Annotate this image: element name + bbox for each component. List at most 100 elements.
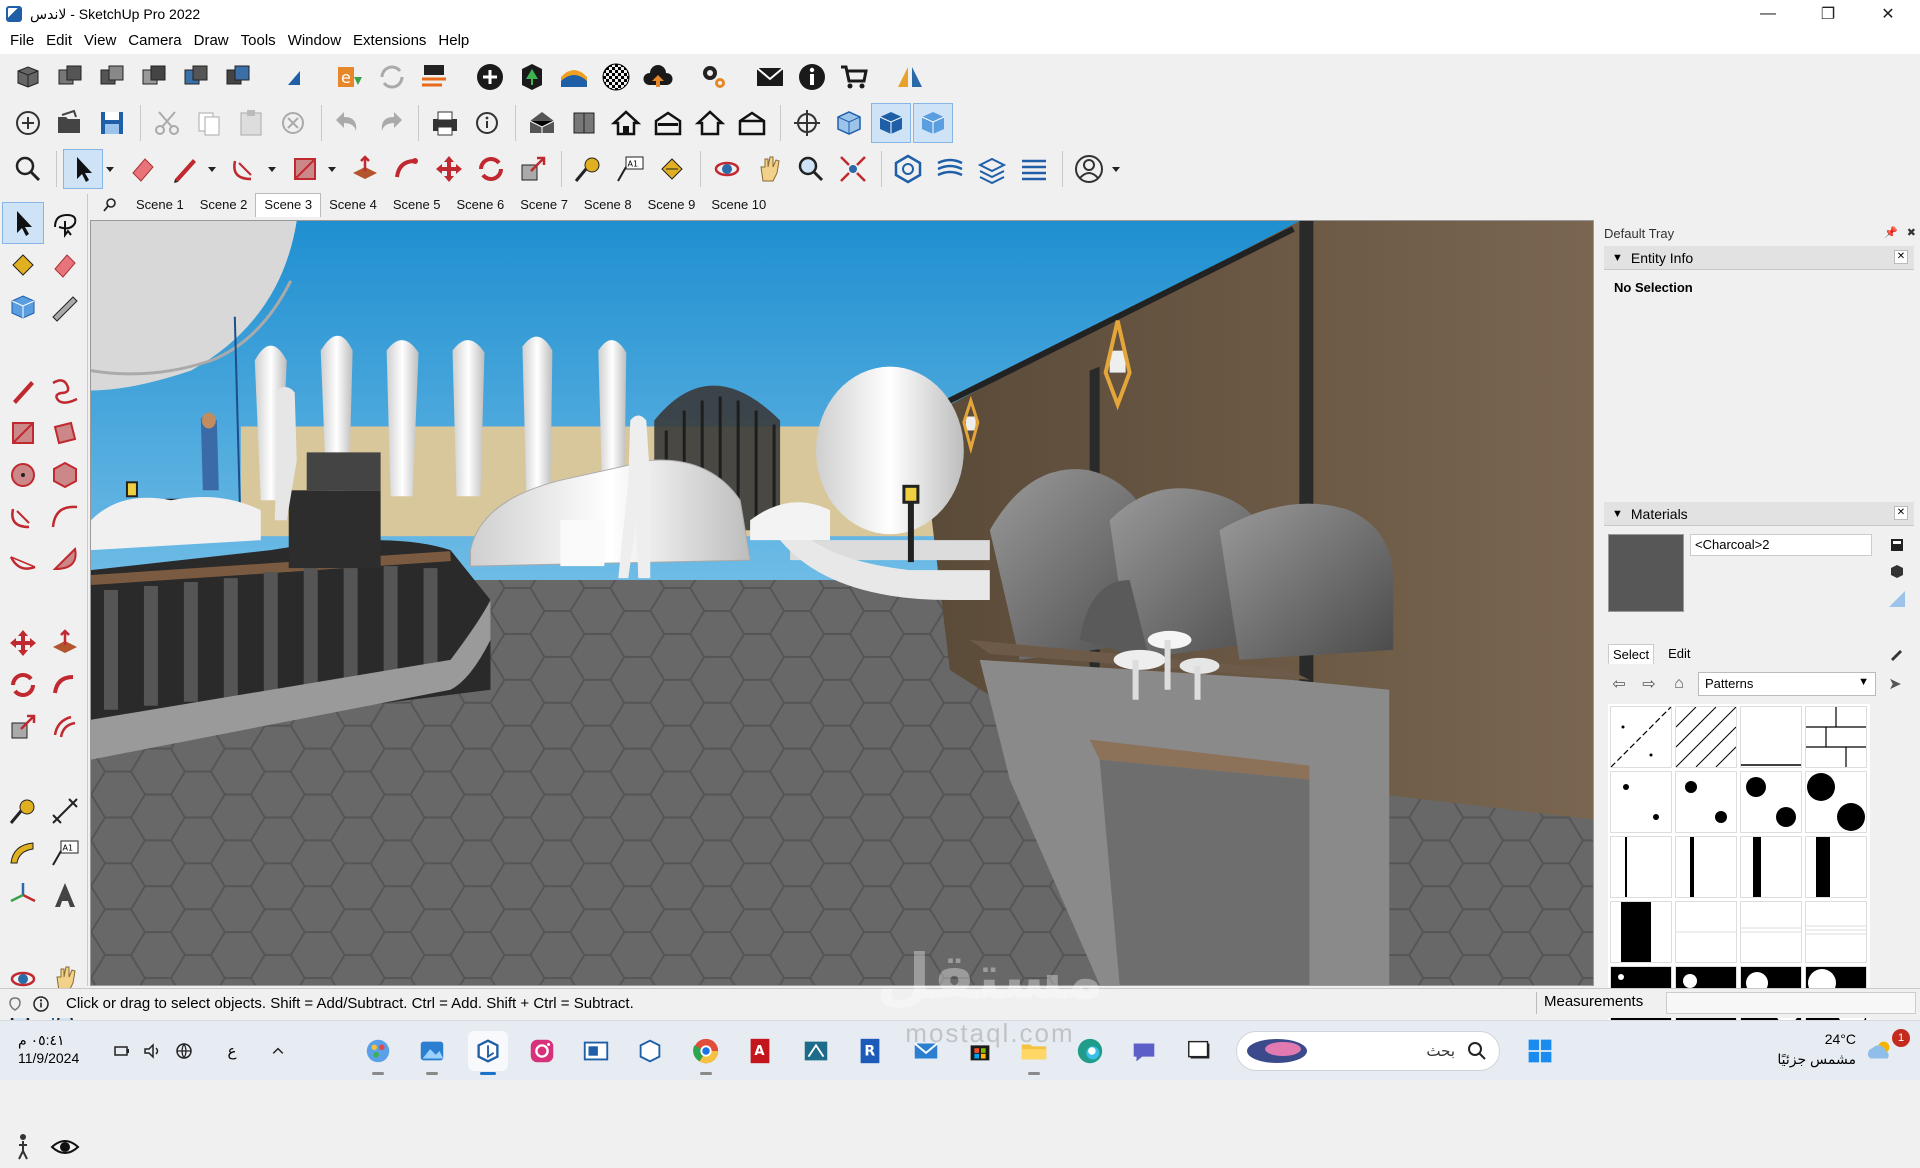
eraser-icon[interactable]: [44, 244, 86, 286]
tab-scene-6[interactable]: Scene 6: [449, 194, 513, 216]
print-icon[interactable]: [425, 103, 465, 143]
cloud-upload-icon[interactable]: [638, 57, 678, 97]
pin-icon[interactable]: 📌: [1884, 226, 1898, 239]
taskbar-app-window-icon[interactable]: [576, 1031, 616, 1071]
forward-arrow-icon[interactable]: ⇨: [1638, 673, 1660, 695]
pattern-swatch[interactable]: [1610, 836, 1672, 898]
right-view-icon[interactable]: [648, 103, 688, 143]
pattern-swatch[interactable]: [1740, 836, 1802, 898]
minimize-button[interactable]: —: [1740, 0, 1796, 28]
save-icon[interactable]: [92, 103, 132, 143]
close-icon[interactable]: ✖: [1907, 226, 1916, 239]
instructor-icon[interactable]: [30, 993, 52, 1015]
sandbox-smoove-icon[interactable]: [930, 149, 970, 189]
pattern-swatch[interactable]: [1675, 771, 1737, 833]
tab-scene-5[interactable]: Scene 5: [385, 194, 449, 216]
chevron-down-icon[interactable]: [207, 149, 217, 189]
taskbar-app-instagram-icon[interactable]: [522, 1031, 562, 1071]
3d-text-icon[interactable]: [44, 874, 86, 916]
taskbar-app-paint-icon[interactable]: [358, 1031, 398, 1075]
chevron-up-icon[interactable]: [266, 1039, 290, 1063]
library-select[interactable]: Patterns ▼: [1698, 672, 1876, 696]
arc-icon[interactable]: [2, 496, 44, 538]
default-material-icon[interactable]: [1886, 588, 1908, 610]
pattern-swatch[interactable]: [1805, 836, 1867, 898]
taskbar-app-sketchup-viewer-icon[interactable]: [630, 1031, 670, 1071]
menu-view[interactable]: View: [78, 30, 122, 52]
add-icon[interactable]: [470, 57, 510, 97]
new-icon[interactable]: [8, 103, 48, 143]
wireframe-icon[interactable]: [829, 103, 869, 143]
rotated-rectangle-icon[interactable]: [44, 412, 86, 454]
battery-icon[interactable]: [110, 1039, 134, 1063]
cut-icon[interactable]: [147, 103, 187, 143]
iso-view-icon[interactable]: [522, 103, 562, 143]
geolocation-icon[interactable]: [4, 993, 26, 1015]
shaded-textures-icon[interactable]: [913, 103, 953, 143]
tab-scene-8[interactable]: Scene 8: [576, 194, 640, 216]
material-name-field[interactable]: <Charcoal>2: [1690, 534, 1872, 556]
clock[interactable]: ٠٥:٤١ م 11/9/2024: [18, 1031, 79, 1067]
follow-me-icon[interactable]: [44, 664, 86, 706]
tab-scene-1[interactable]: Scene 1: [128, 194, 192, 216]
pattern-swatch[interactable]: [1740, 901, 1802, 963]
three-point-arc-icon[interactable]: [2, 538, 44, 580]
mail-icon[interactable]: [750, 57, 790, 97]
taskbar-search[interactable]: بحث: [1236, 1031, 1500, 1071]
scale-icon[interactable]: [513, 149, 553, 189]
pattern-swatch[interactable]: [1610, 771, 1672, 833]
create-material-icon[interactable]: [1886, 560, 1908, 582]
push-pull-icon[interactable]: [44, 622, 86, 664]
taskbar-app-revit-icon[interactable]: R: [850, 1031, 890, 1071]
info-icon[interactable]: [792, 57, 832, 97]
menu-camera[interactable]: Camera: [122, 30, 187, 52]
menu-edit[interactable]: Edit: [40, 30, 78, 52]
menu-help[interactable]: Help: [432, 30, 475, 52]
tape-measure-icon[interactable]: [568, 149, 608, 189]
front-view-icon[interactable]: [606, 103, 646, 143]
menu-window[interactable]: Window: [282, 30, 347, 52]
chevron-down-icon[interactable]: [105, 149, 115, 189]
axes-icon[interactable]: [2, 874, 44, 916]
measurements-input[interactable]: [1666, 992, 1916, 1014]
paste-icon[interactable]: [231, 103, 271, 143]
tab-edit[interactable]: Edit: [1664, 644, 1694, 664]
menu-tools[interactable]: Tools: [235, 30, 282, 52]
menu-draw[interactable]: Draw: [188, 30, 235, 52]
move-icon[interactable]: [429, 149, 469, 189]
zoom-tool-icon[interactable]: [791, 149, 831, 189]
taskbar-app-store-icon[interactable]: [960, 1031, 1000, 1071]
xray-icon[interactable]: [787, 103, 827, 143]
freehand-icon[interactable]: [44, 370, 86, 412]
tab-scene-7[interactable]: Scene 7: [512, 194, 576, 216]
back-view-icon[interactable]: [690, 103, 730, 143]
solid-subtract-icon[interactable]: [92, 57, 132, 97]
pattern-swatch[interactable]: [1675, 901, 1737, 963]
pattern-swatch[interactable]: [1740, 771, 1802, 833]
sandbox-drape-icon[interactable]: [1014, 149, 1054, 189]
tab-scene-9[interactable]: Scene 9: [640, 194, 704, 216]
pencil-icon[interactable]: [165, 149, 205, 189]
material-swatch[interactable]: [1608, 534, 1684, 612]
tag-icon[interactable]: [44, 286, 86, 328]
text-icon[interactable]: A1: [44, 832, 86, 874]
move-icon[interactable]: [2, 622, 44, 664]
pattern-swatch[interactable]: [1805, 706, 1867, 768]
paint-bucket-icon[interactable]: [652, 149, 692, 189]
arc-icon[interactable]: [225, 149, 265, 189]
two-point-arc-icon[interactable]: [44, 496, 86, 538]
search-icon[interactable]: [92, 193, 128, 217]
taskbar-app-explorer-icon[interactable]: [1014, 1031, 1054, 1075]
cart-icon[interactable]: [834, 57, 874, 97]
close-button[interactable]: ✕: [1860, 0, 1916, 28]
open-icon[interactable]: [50, 103, 90, 143]
pattern-swatch[interactable]: [1805, 901, 1867, 963]
make-component-icon[interactable]: [2, 286, 44, 328]
language-indicator[interactable]: ع: [220, 1039, 244, 1063]
undo-icon[interactable]: [328, 103, 368, 143]
pattern-swatch[interactable]: [1675, 706, 1737, 768]
details-arrow-icon[interactable]: ➤: [1884, 673, 1906, 695]
close-icon[interactable]: ✕: [1894, 506, 1908, 520]
orbit-icon[interactable]: [707, 149, 747, 189]
top-view-icon[interactable]: [564, 103, 604, 143]
